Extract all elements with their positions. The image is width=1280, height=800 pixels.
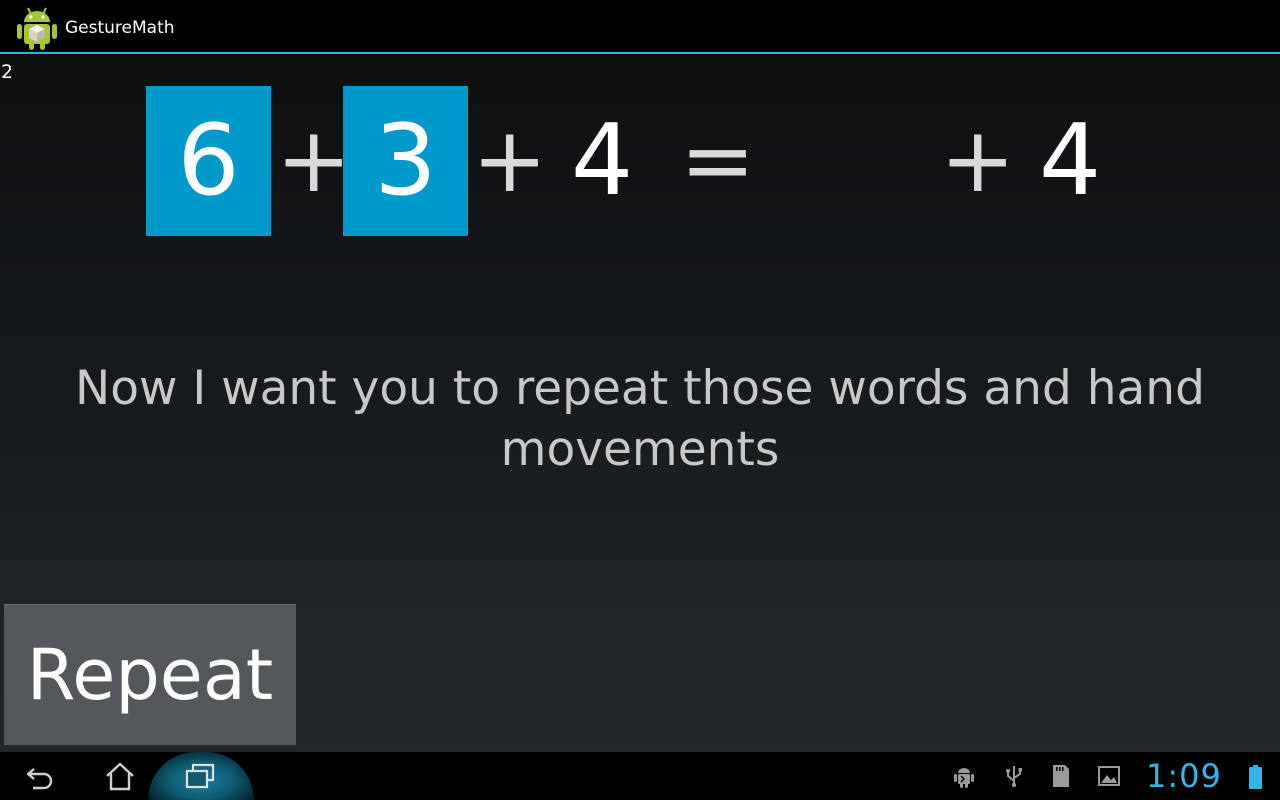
recent-apps-icon[interactable] — [184, 760, 216, 792]
back-icon[interactable] — [24, 760, 56, 792]
clock: 1:09 — [1146, 757, 1222, 795]
plus-operator-1: + — [276, 108, 352, 213]
battery-icon — [1249, 765, 1262, 789]
usb-icon — [1006, 766, 1022, 788]
system-bar: 1:09 — [0, 752, 1280, 800]
plus-operator-2: + — [472, 108, 548, 213]
number-4: 4 — [1038, 104, 1102, 218]
number-tile-2[interactable]: 3 — [343, 86, 468, 236]
home-icon[interactable] — [104, 760, 136, 792]
android-debug-icon — [954, 768, 974, 788]
image-icon — [1098, 766, 1120, 786]
sd-card-icon — [1053, 765, 1069, 787]
number-tile-1[interactable]: 6 — [146, 86, 271, 236]
screen: GestureMath 2 6 + 3 + 4 = + 4 Now I want… — [0, 0, 1280, 800]
number-3: 4 — [570, 104, 634, 218]
action-bar: GestureMath — [0, 0, 1280, 54]
repeat-button[interactable]: Repeat — [4, 604, 296, 745]
counter-value: 2 — [1, 61, 14, 83]
android-icon[interactable] — [16, 5, 58, 51]
app-title: GestureMath — [65, 18, 175, 38]
equals-sign: = — [680, 108, 756, 213]
instruction-text: Now I want you to repeat those words and… — [75, 361, 1205, 477]
plus-operator-3: + — [940, 108, 1016, 213]
